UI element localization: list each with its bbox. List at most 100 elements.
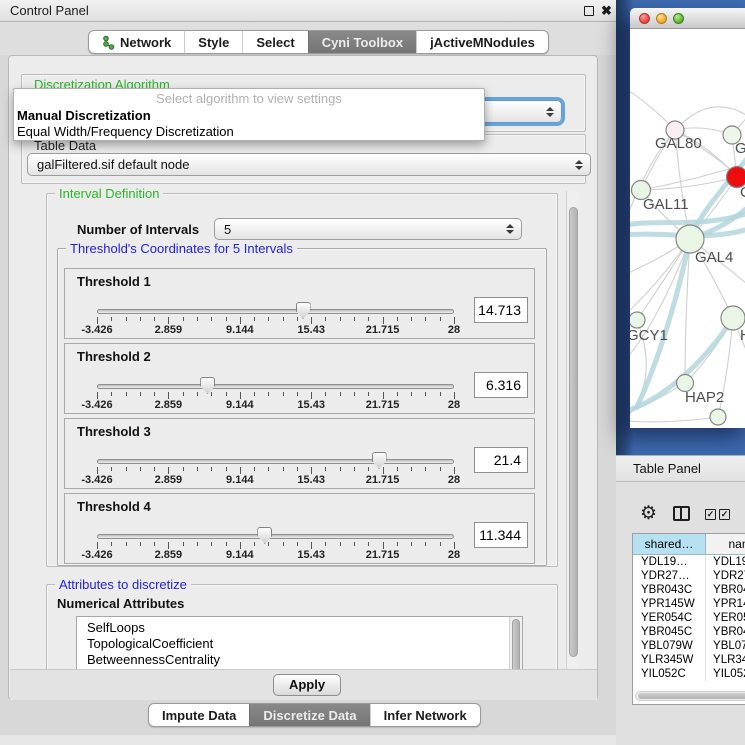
threshold-slider-track[interactable] bbox=[97, 309, 454, 314]
apply-button[interactable]: Apply bbox=[273, 674, 341, 696]
node-label: H bbox=[740, 327, 745, 344]
threshold-value-field[interactable]: 14.713 bbox=[474, 297, 528, 323]
gear-icon[interactable]: ⚙ bbox=[640, 502, 657, 525]
tab-label: Cyni Toolbox bbox=[322, 35, 403, 50]
tab-discretize-data[interactable]: Discretize Data bbox=[249, 704, 369, 726]
close-icon[interactable]: ✖ bbox=[601, 3, 612, 19]
float-window-icon[interactable] bbox=[584, 6, 594, 16]
zoom-traffic-light[interactable] bbox=[673, 13, 684, 24]
slider-tick bbox=[425, 542, 426, 546]
network-edge[interactable] bbox=[630, 417, 718, 422]
slider-tick bbox=[425, 467, 426, 471]
threshold-value-field[interactable]: 6.316 bbox=[474, 372, 528, 398]
axis-tick-label: 2.859 bbox=[138, 549, 198, 561]
top-tabbar: NetworkStyleSelect Cyni Toolbox jActiveMNo… bbox=[88, 30, 549, 54]
dropdown-option[interactable]: Manual Discretization bbox=[14, 108, 484, 124]
table-row[interactable]: YBR043CYBR043C bbox=[633, 583, 745, 597]
slider-tick bbox=[268, 392, 269, 396]
slider-tick bbox=[197, 317, 198, 321]
numerical-attributes-label: Numerical Attributes bbox=[57, 596, 184, 611]
threshold-slider-thumb[interactable] bbox=[257, 527, 272, 544]
column-header-shared-name[interactable]: shared… bbox=[633, 534, 706, 554]
attribute-item[interactable]: BetweennessCentrality bbox=[77, 652, 522, 668]
slider-tick bbox=[111, 317, 112, 321]
slider-tick bbox=[197, 392, 198, 396]
axis-tick-label: 28 bbox=[424, 399, 484, 411]
node-label: GAL4 bbox=[695, 249, 733, 266]
threshold-slider-track[interactable] bbox=[97, 384, 454, 389]
threshold-slider-thumb[interactable] bbox=[200, 377, 215, 394]
dropdown-option[interactable]: Equal Width/Frequency Discretization bbox=[14, 124, 484, 140]
checkbox-icon[interactable]: ✓ bbox=[719, 509, 730, 520]
threshold-label: Threshold 1 bbox=[77, 274, 151, 289]
table-row[interactable]: YBR045CYBR045C bbox=[633, 625, 745, 639]
node-label: C bbox=[740, 184, 745, 201]
axis-tick-label: 2.859 bbox=[138, 324, 198, 336]
slider-tick bbox=[383, 467, 384, 474]
table-data-combobox[interactable]: galFiltered.sif default node bbox=[27, 153, 591, 176]
tab-style[interactable]: Style bbox=[184, 31, 242, 53]
split-columns-icon[interactable] bbox=[673, 506, 690, 521]
slider-tick bbox=[440, 467, 441, 471]
slider-tick bbox=[183, 317, 184, 321]
threshold-slider-thumb[interactable] bbox=[372, 452, 387, 469]
slider-tick bbox=[397, 317, 398, 321]
threshold-slider-track[interactable] bbox=[97, 534, 454, 539]
table-panel-titlebar: Table Panel bbox=[616, 455, 745, 482]
column-header-name[interactable]: name bbox=[706, 534, 745, 554]
close-traffic-light[interactable] bbox=[639, 13, 650, 24]
checkbox-icon[interactable]: ✓ bbox=[705, 509, 716, 520]
attribute-item[interactable]: SelfLoops bbox=[77, 620, 522, 636]
slider-tick bbox=[411, 467, 412, 471]
slider-tick bbox=[268, 542, 269, 546]
table-row[interactable]: YBL079WYBL079W bbox=[633, 639, 745, 653]
threshold-block: Threshold 4-3.4262.8599.14415.4321.71528… bbox=[64, 493, 535, 564]
slider-tick bbox=[254, 392, 255, 396]
main-scrollbar[interactable] bbox=[566, 191, 579, 669]
slider-tick bbox=[211, 467, 212, 471]
attribute-item[interactable]: TopologicalCoefficient bbox=[77, 636, 522, 652]
threshold-label: Threshold 2 bbox=[77, 349, 151, 364]
tab-impute-data[interactable]: Impute Data bbox=[149, 704, 249, 726]
threshold-label: Threshold 4 bbox=[77, 499, 151, 514]
table-row[interactable]: YER054CYER054C bbox=[633, 611, 745, 625]
network-node[interactable] bbox=[630, 312, 645, 328]
slider-tick bbox=[425, 392, 426, 396]
threshold-value-field[interactable]: 11.344 bbox=[474, 522, 528, 548]
table-row[interactable]: YIL052CYIL052C bbox=[633, 667, 745, 681]
network-canvas[interactable]: GAL80GACGAL11GAL4GCY1HHAP2 bbox=[630, 29, 745, 428]
tab-cyni-toolbox[interactable]: Cyni Toolbox bbox=[308, 31, 416, 53]
bottom-filler bbox=[0, 735, 616, 745]
table-h-scrollbar[interactable] bbox=[635, 691, 745, 701]
attributes-group: Attributes to discretize Numerical Attri… bbox=[46, 584, 558, 679]
table-row[interactable]: YLR345WYLR345W bbox=[633, 653, 745, 667]
slider-tick bbox=[383, 542, 384, 549]
tab-network[interactable]: Network bbox=[89, 31, 184, 53]
axis-tick-label: 2.859 bbox=[138, 474, 198, 486]
thresholds-group-title: Threshold's Coordinates for 5 Intervals bbox=[66, 241, 297, 256]
slider-tick bbox=[226, 317, 227, 321]
table-row[interactable]: YPR145WYPR145W bbox=[633, 597, 745, 611]
network-node[interactable] bbox=[710, 409, 726, 425]
threshold-slider-track[interactable] bbox=[97, 459, 454, 464]
cell-name: YBL079W bbox=[706, 639, 745, 653]
slider-tick bbox=[140, 317, 141, 321]
num-intervals-combobox[interactable]: 5 bbox=[214, 218, 522, 240]
threshold-value-field[interactable]: 21.4 bbox=[474, 447, 528, 473]
slider-tick bbox=[297, 542, 298, 546]
slider-tick bbox=[140, 542, 141, 546]
slider-tick bbox=[197, 542, 198, 546]
tab-infer-network[interactable]: Infer Network bbox=[370, 704, 480, 726]
table-panel-title: Table Panel bbox=[633, 461, 701, 476]
tab-jactivemnodules[interactable]: jActiveMNodules bbox=[416, 31, 548, 53]
slider-tick bbox=[454, 542, 455, 549]
slider-tick bbox=[111, 542, 112, 546]
table-row[interactable]: YDR27…YDR27… bbox=[633, 569, 745, 583]
tab-select[interactable]: Select bbox=[242, 31, 307, 53]
axis-tick-label: 15.43 bbox=[281, 474, 341, 486]
network-graph[interactable]: GAL80GACGAL11GAL4GCY1HHAP2 bbox=[630, 29, 745, 428]
minimize-traffic-light[interactable] bbox=[656, 13, 667, 24]
table-row[interactable]: YDL19…YDL19… bbox=[633, 555, 745, 569]
interval-group-title: Interval Definition bbox=[55, 186, 163, 201]
node-table[interactable]: shared… name YDL19…YDL19…YDR27…YDR27…YBR… bbox=[632, 533, 745, 705]
